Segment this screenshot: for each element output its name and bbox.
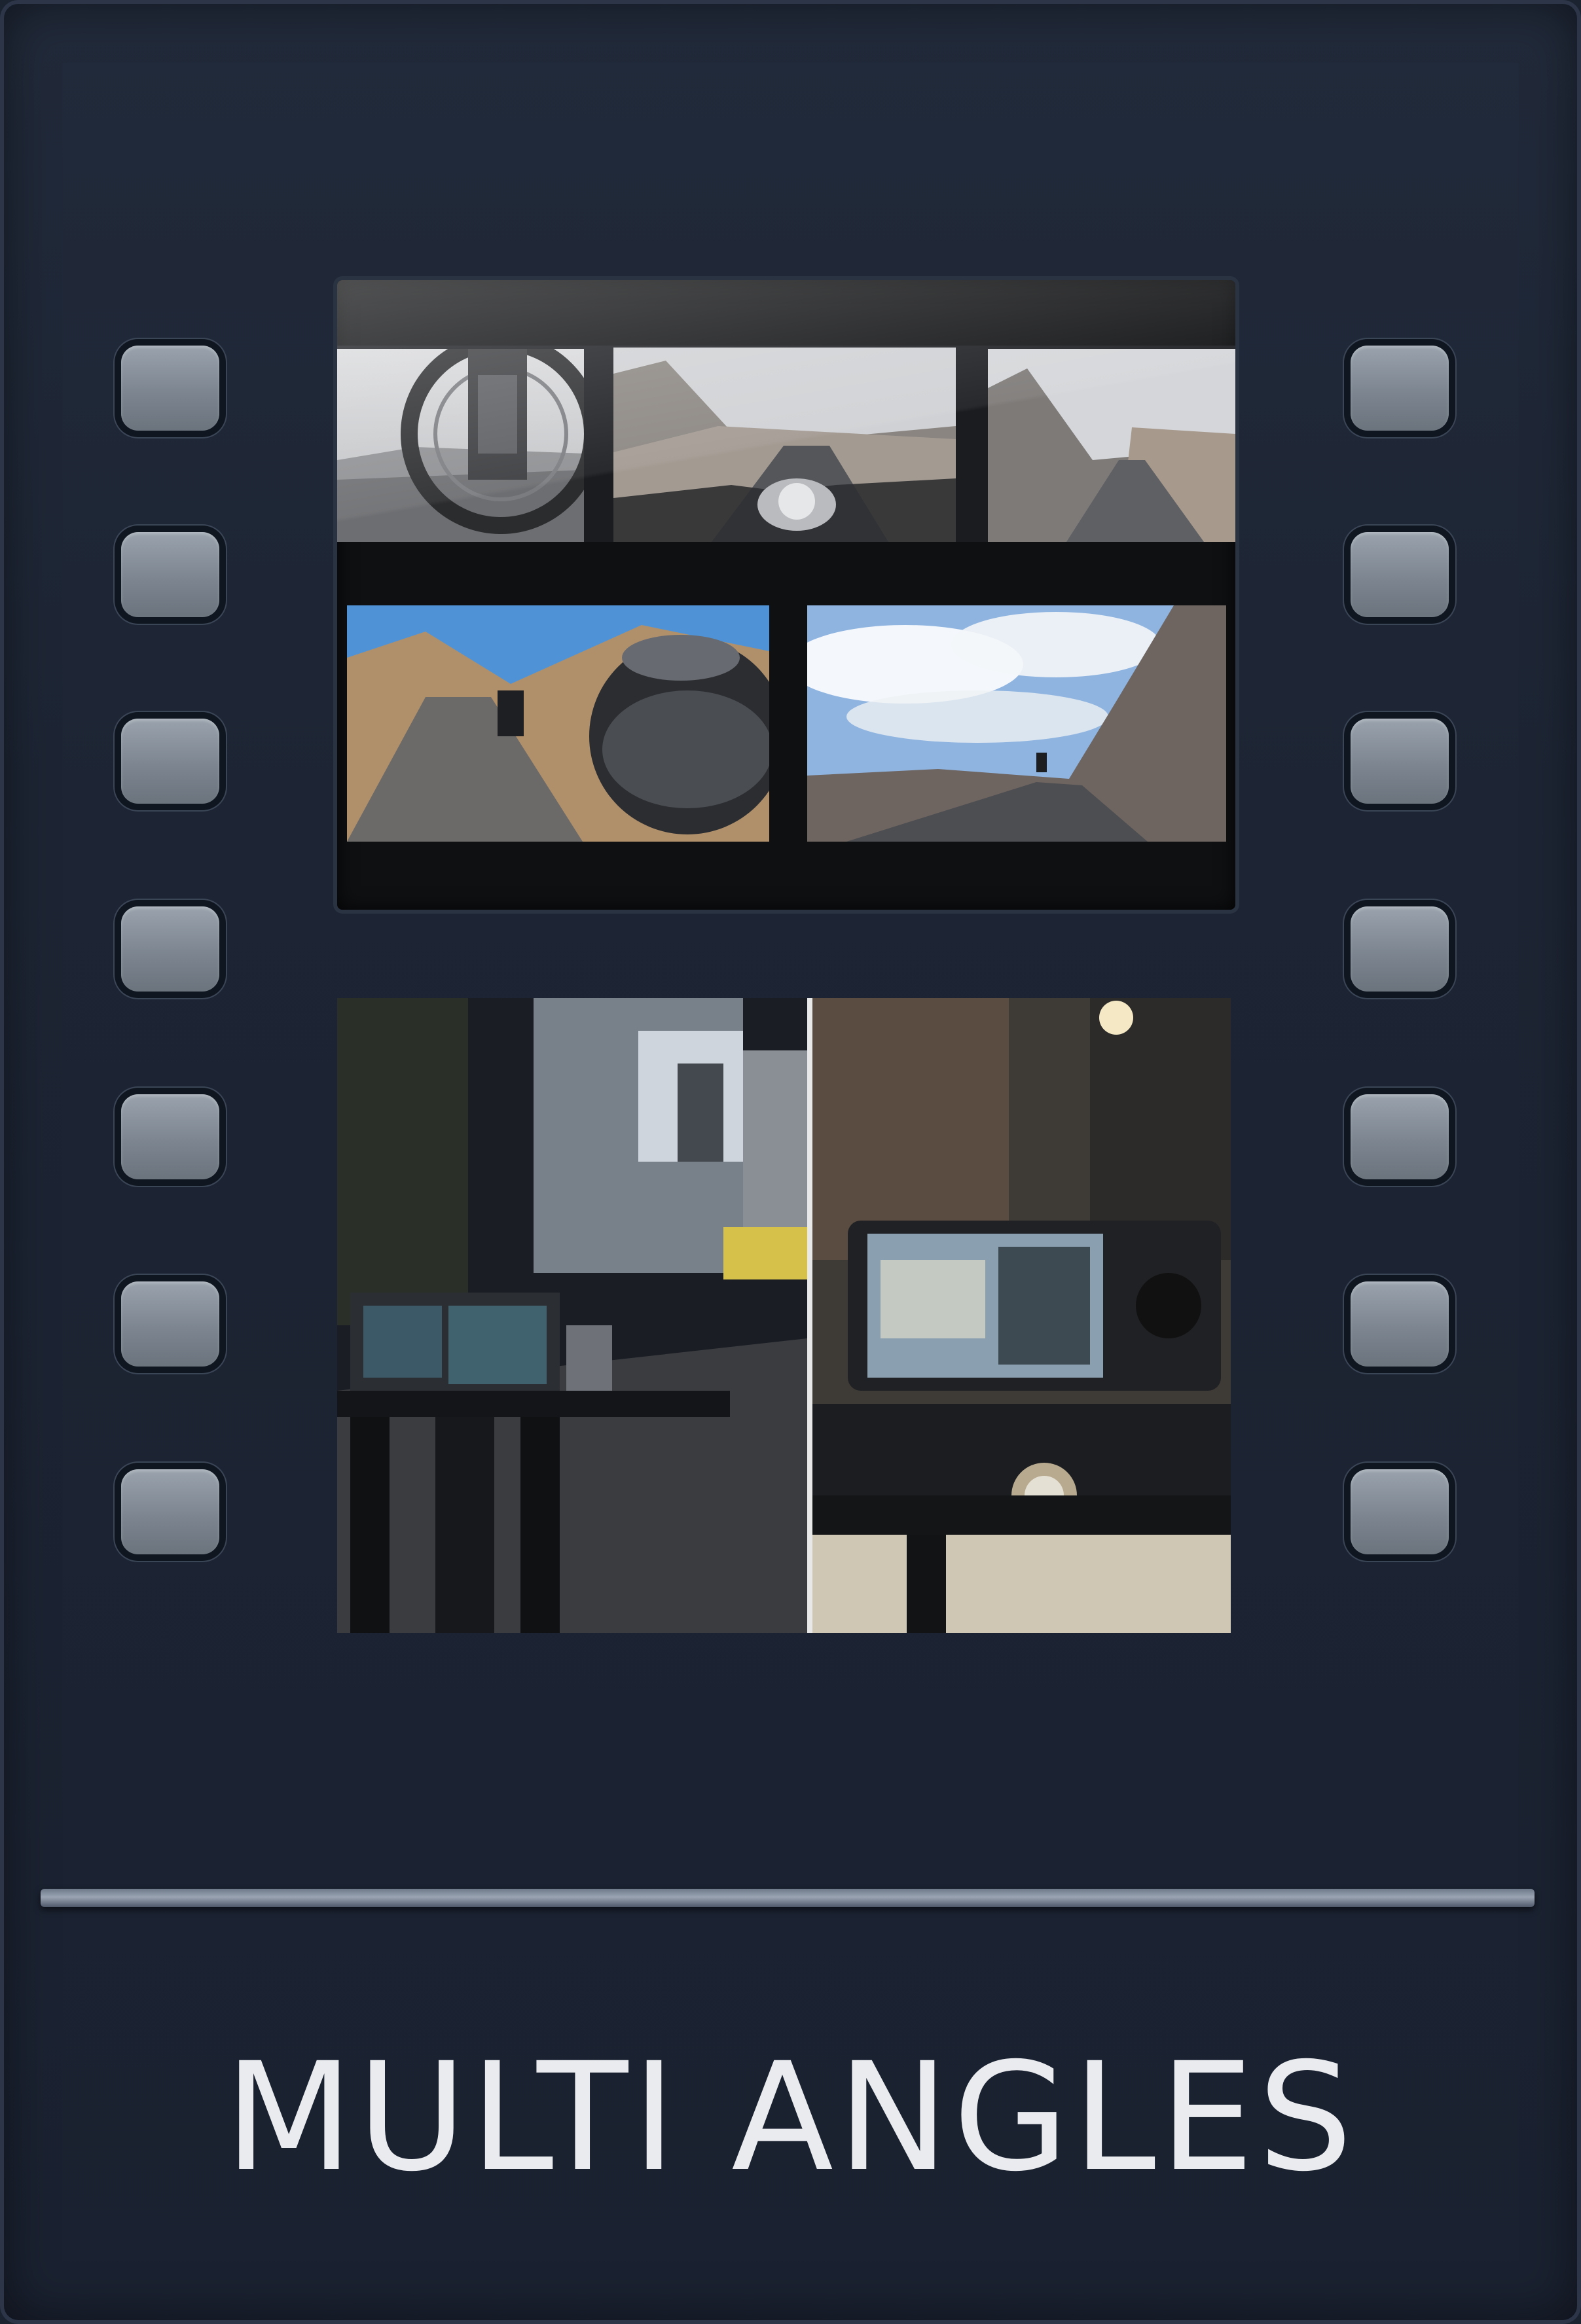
thumbnail-motorcycle-wheel: [337, 349, 584, 542]
top-film-frame: [337, 280, 1235, 910]
sprocket-hole-right-2: [1351, 532, 1449, 617]
poster-title: MULTI ANGLES: [224, 2030, 1357, 2204]
sprocket-hole-left-3: [121, 719, 219, 804]
sprocket-hole-left-1: [121, 346, 219, 431]
sprocket-hole-right-5: [1351, 1094, 1449, 1179]
thumbnail-helmet-rider: [347, 605, 769, 842]
bottom-photo-frame: [337, 998, 1231, 1633]
sprocket-hole-left-4: [121, 906, 219, 992]
sprocket-hole-left-2: [121, 532, 219, 617]
sprocket-hole-right-1: [1351, 346, 1449, 431]
sprocket-hole-right-4: [1351, 906, 1449, 992]
sprocket-hole-left-5: [121, 1094, 219, 1179]
thumbnail-cliff-road: [807, 605, 1226, 842]
sprocket-hole-left-6: [121, 1281, 219, 1367]
divider-bar: [41, 1889, 1535, 1907]
sprocket-hole-right-3: [1351, 719, 1449, 804]
sprocket-hole-right-7: [1351, 1469, 1449, 1554]
sprocket-hole-left-7: [121, 1469, 219, 1554]
sprocket-hole-right-6: [1351, 1281, 1449, 1367]
thumbnail-mountain-road: [988, 349, 1235, 542]
thumbnail-handlebar-mountains: [613, 348, 956, 542]
